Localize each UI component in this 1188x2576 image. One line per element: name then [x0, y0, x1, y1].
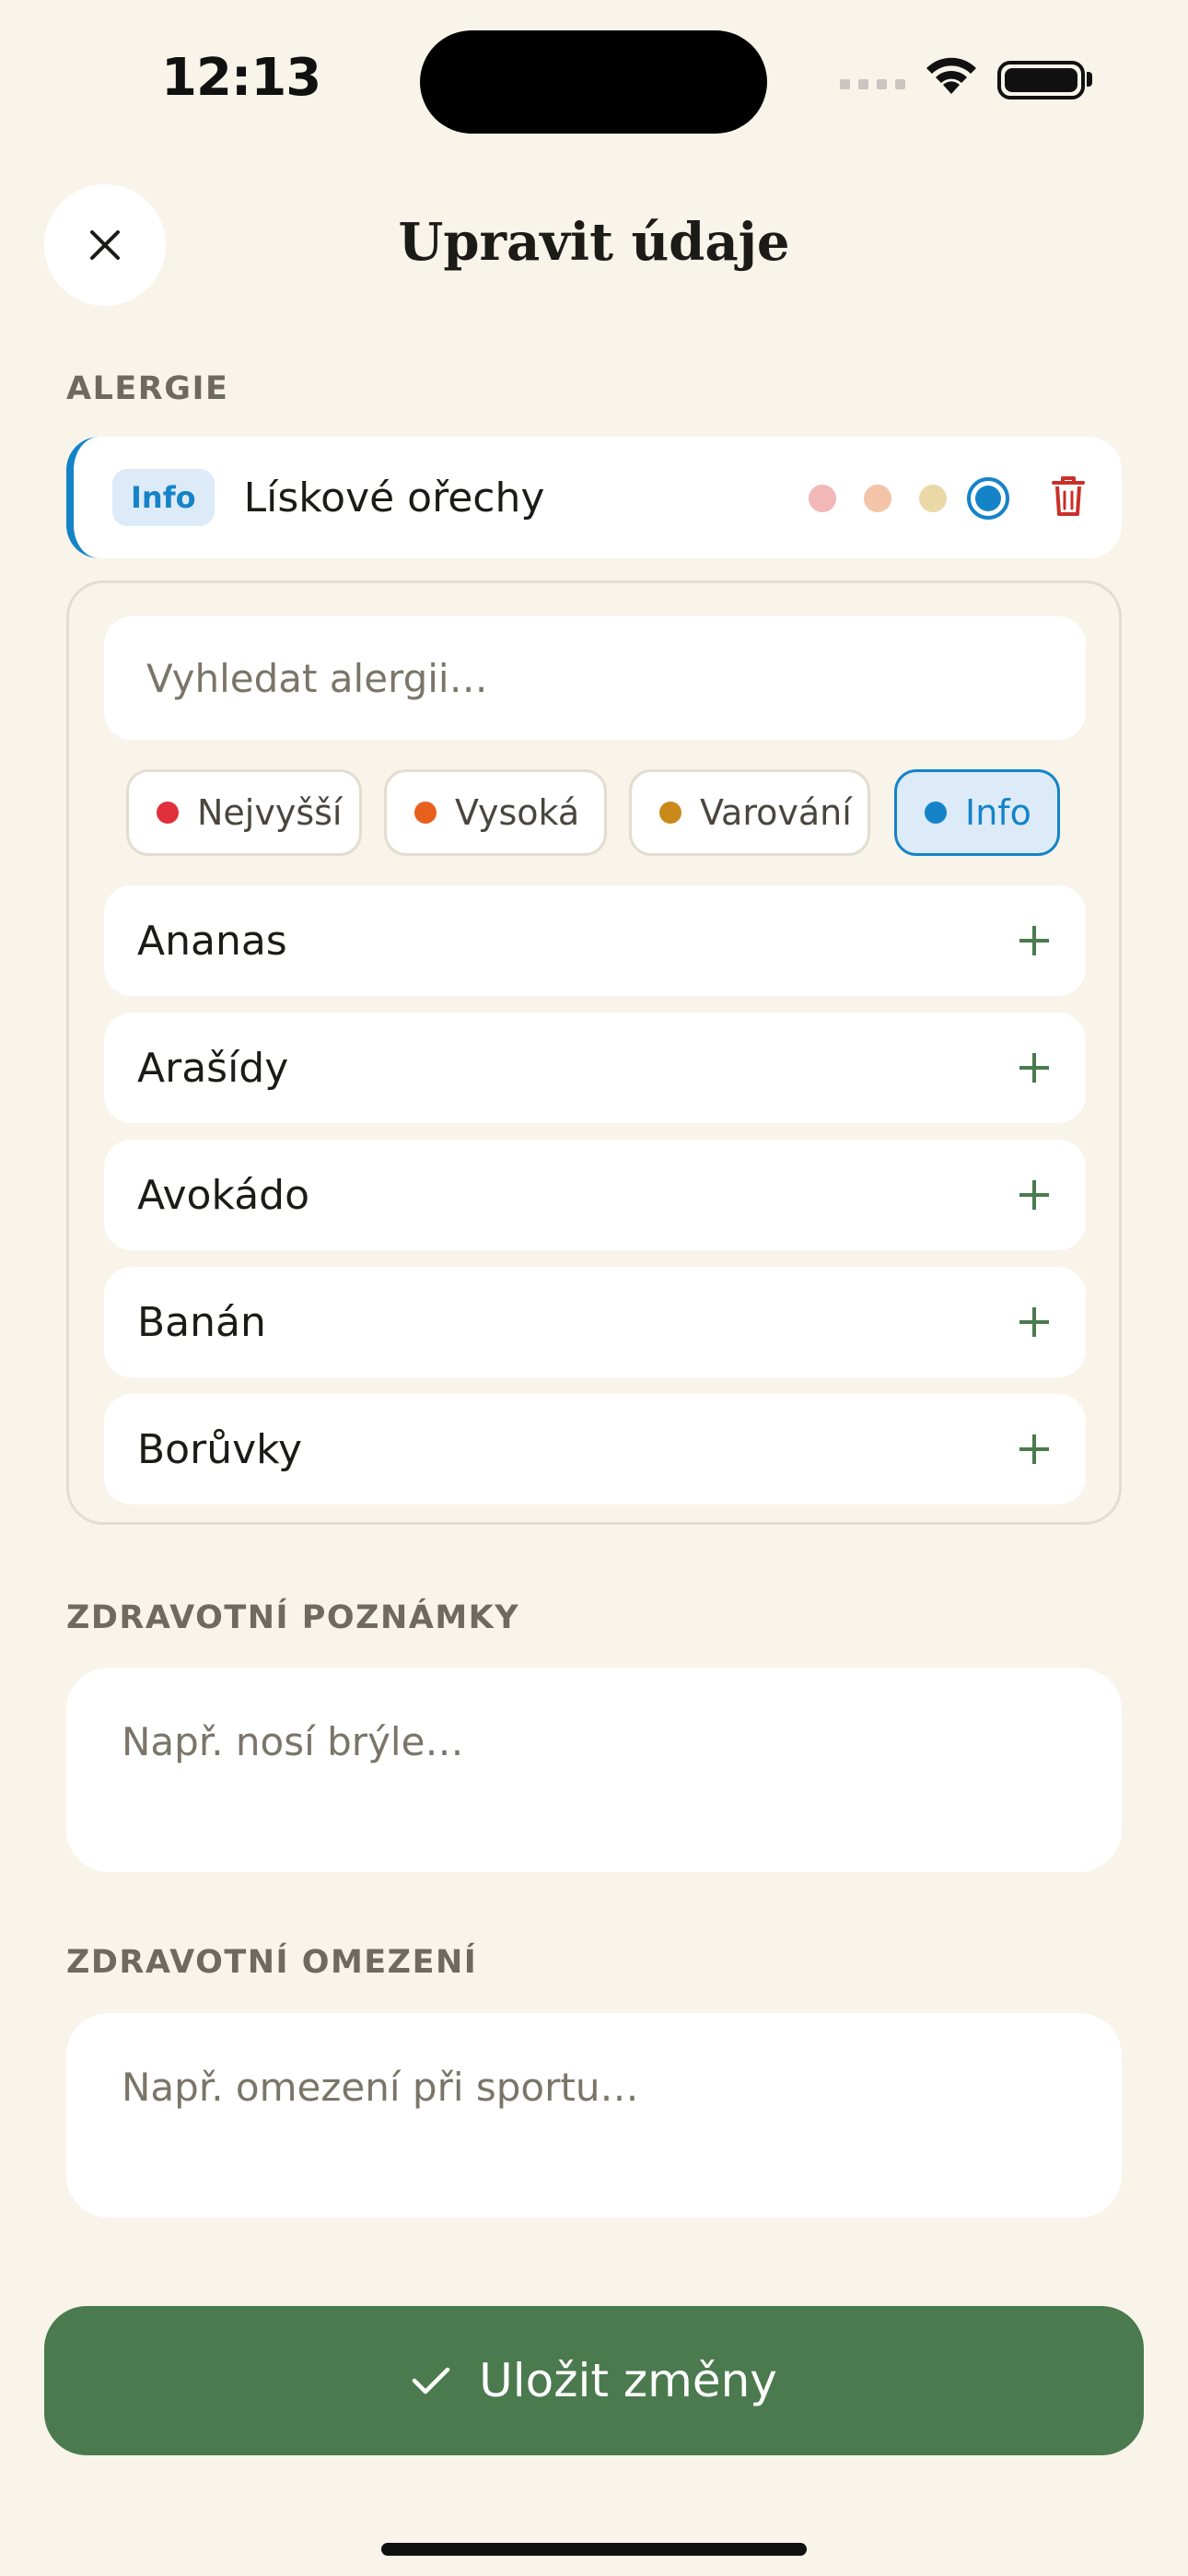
filter-chip-label: Varování	[700, 792, 852, 833]
allergy-item-label: Banán	[137, 1298, 266, 1346]
battery-tip	[1087, 72, 1092, 87]
plus-icon[interactable]	[1016, 1431, 1053, 1468]
plus-icon[interactable]	[1016, 1304, 1053, 1341]
amber-dot-icon	[659, 802, 681, 824]
health-restrictions-field[interactable]	[66, 2013, 1122, 2218]
allergies-section-label: ALERGIE	[66, 370, 229, 407]
status-time: 12:13	[161, 48, 321, 108]
cellular-signal-icon	[840, 79, 905, 89]
orange-dot-icon	[414, 802, 437, 824]
health-notes-field[interactable]	[66, 1668, 1122, 1872]
save-button[interactable]: Uložit změny	[44, 2306, 1144, 2455]
plus-icon[interactable]	[1016, 922, 1053, 959]
allergy-list-item[interactable]: Banán	[104, 1267, 1086, 1377]
allergy-search-input[interactable]	[104, 616, 1086, 740]
allergy-item-label: Borůvky	[137, 1425, 303, 1473]
severity-high-option[interactable]	[864, 485, 891, 512]
plus-icon[interactable]	[1016, 1049, 1053, 1086]
health-restrictions-label: ZDRAVOTNÍ OMEZENÍ	[66, 1944, 478, 1981]
save-button-label: Uložit změny	[479, 2354, 777, 2407]
allergy-item-label: Arašídy	[137, 1044, 289, 1092]
page-title: Upravit údaje	[398, 212, 790, 273]
allergy-item-label: Avokádo	[137, 1171, 309, 1219]
filter-chip-label: Nejvyšší	[197, 792, 343, 833]
severity-highest-option[interactable]	[809, 485, 836, 512]
home-indicator[interactable]	[381, 2543, 807, 2556]
filter-chip-high[interactable]: Vysoká	[384, 769, 607, 856]
allergy-list-item[interactable]: Ananas	[104, 885, 1086, 996]
selected-allergy-row: Info Lískové ořechy	[66, 437, 1122, 558]
allergy-item-label: Ananas	[137, 917, 287, 965]
red-dot-icon	[157, 802, 179, 824]
plus-icon[interactable]	[1016, 1177, 1053, 1213]
severity-info-option-selected[interactable]	[967, 477, 1009, 520]
filter-chip-info[interactable]: Info	[894, 769, 1060, 856]
battery-icon	[997, 61, 1085, 100]
health-notes-label: ZDRAVOTNÍ POZNÁMKY	[66, 1599, 520, 1636]
filter-chip-label: Info	[965, 792, 1031, 833]
severity-badge: Info	[112, 469, 215, 526]
filter-chip-highest[interactable]: Nejvyšší	[126, 769, 362, 856]
filter-chip-label: Vysoká	[455, 792, 580, 833]
allergy-list-item[interactable]: Avokádo	[104, 1140, 1086, 1250]
checkmark-icon	[412, 2367, 450, 2395]
allergy-list-item[interactable]: Borůvky	[104, 1394, 1086, 1505]
filter-chip-warning[interactable]: Varování	[629, 769, 870, 856]
trash-icon[interactable]	[1050, 474, 1087, 518]
allergy-picker-panel: Nejvyšší Vysoká Varování Info Ananas Ara…	[66, 580, 1122, 1525]
dynamic-island	[420, 30, 767, 134]
blue-dot-icon	[925, 802, 947, 824]
severity-warning-option[interactable]	[919, 485, 947, 512]
wifi-icon	[926, 57, 976, 94]
allergy-name: Lískové ořechy	[243, 474, 545, 521]
allergy-list-item[interactable]: Arašídy	[104, 1013, 1086, 1123]
